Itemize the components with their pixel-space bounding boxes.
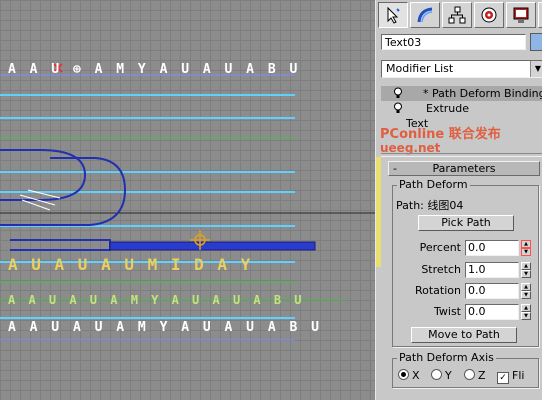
- twist-spinner-arrows[interactable]: ▲ ▼: [521, 304, 531, 320]
- group-title: Path Deform Axis: [397, 351, 496, 365]
- stretch-field[interactable]: 1.0: [465, 262, 519, 278]
- motion-icon: [481, 7, 497, 23]
- stack-divider: [381, 153, 542, 157]
- path-deform-axis-group: Path Deform Axis X Y Z ✓ Fli: [392, 351, 539, 388]
- create-cursor-icon: [387, 6, 400, 24]
- command-panel: Text03 Modifier List ▼ * Path Deform Bin…: [375, 0, 542, 400]
- rotation-field[interactable]: 0.0: [465, 283, 519, 299]
- parameters-rollout: - Parameters Path Deform Path: 线图04 Pick…: [388, 161, 542, 400]
- axis-y-label: Y: [445, 369, 452, 382]
- hierarchy-tab[interactable]: [442, 2, 472, 28]
- stretch-spinner-arrows[interactable]: ▲ ▼: [521, 262, 531, 278]
- stretch-spinner: Stretch 1.0 ▲ ▼: [393, 262, 533, 278]
- stack-item-path-deform-binding[interactable]: * Path Deform Binding: [381, 86, 542, 101]
- path-deform-group: Path Deform Path: 线图04 Pick Path Percent…: [392, 178, 539, 347]
- modifier-list-label: Modifier List: [386, 62, 454, 75]
- group-title: Path Deform: [397, 178, 470, 192]
- stack-item-extrude[interactable]: Extrude: [381, 101, 542, 116]
- twist-spinner: Twist 0.0 ▲ ▼: [393, 304, 533, 320]
- viewport-text-upper: A A U ⊕ A M Y A U A U A B U: [8, 62, 301, 77]
- radio-off-icon: [431, 369, 442, 380]
- spinner-up-icon[interactable]: ▲: [521, 304, 531, 312]
- hierarchy-icon: [448, 6, 466, 24]
- command-panel-tabs: [378, 2, 542, 30]
- chevron-down-icon: ▼: [530, 61, 542, 77]
- flip-label: Fli: [512, 369, 525, 382]
- axis-z-radio[interactable]: Z: [464, 369, 486, 383]
- radio-on-icon: [398, 369, 409, 380]
- percent-field[interactable]: 0.0: [465, 240, 519, 256]
- perspective-viewport[interactable]: A A U ⊕ A M Y A U A U A B U A U A U A U …: [0, 0, 375, 400]
- modify-arc-icon: [417, 7, 433, 23]
- rollout-title: Parameters: [432, 162, 496, 175]
- flip-checkbox[interactable]: ✓ Fli: [497, 369, 525, 384]
- axis-x-label: X: [412, 369, 420, 382]
- motion-tab[interactable]: [474, 2, 504, 28]
- object-name-field[interactable]: Text03: [381, 34, 526, 50]
- twist-field[interactable]: 0.0: [465, 304, 519, 320]
- viewport-text-lower: A A U A U A M Y A U A U A B U: [8, 293, 305, 307]
- display-icon: [513, 7, 529, 23]
- utilities-tab[interactable]: [538, 2, 542, 28]
- spinner-down-icon[interactable]: ▼: [521, 270, 531, 278]
- viewport-scene: [0, 63, 375, 341]
- path-label: Path: 线图04: [396, 199, 464, 212]
- panel-scroll-strip[interactable]: [376, 157, 381, 267]
- stack-item-label: * Path Deform Binding: [423, 87, 542, 100]
- axis-x-radio[interactable]: X: [398, 369, 420, 383]
- modifier-list-dropdown[interactable]: Modifier List ▼: [381, 60, 542, 78]
- spinner-down-icon[interactable]: ▼: [521, 291, 531, 299]
- spinner-up-icon[interactable]: ▲: [521, 262, 531, 270]
- checkmark-icon: ✓: [497, 372, 509, 384]
- spinner-down-icon[interactable]: ▼: [521, 248, 531, 256]
- stack-item-label: Extrude: [426, 102, 470, 115]
- percent-spinner: Percent 0.0 ▲ ▼: [393, 240, 533, 256]
- modify-tab[interactable]: [410, 2, 440, 28]
- viewport-text-bottom: A A U A U A M Y A U A U A B U: [8, 320, 322, 335]
- radio-off-icon: [464, 369, 475, 380]
- create-tab[interactable]: [378, 2, 408, 28]
- parameters-rollout-header[interactable]: - Parameters: [388, 161, 540, 176]
- rotation-spinner: Rotation 0.0 ▲ ▼: [393, 283, 533, 299]
- rotation-label: Rotation: [414, 284, 461, 297]
- move-to-path-button[interactable]: Move to Path: [411, 327, 517, 343]
- object-color-swatch[interactable]: [530, 33, 542, 51]
- rotation-spinner-arrows[interactable]: ▲ ▼: [521, 283, 531, 299]
- spinner-down-icon[interactable]: ▼: [521, 312, 531, 320]
- stretch-label: Stretch: [421, 263, 461, 276]
- spinner-up-icon[interactable]: ▲: [521, 283, 531, 291]
- axis-z-label: Z: [478, 369, 486, 382]
- viewport-text-middle: A U A U A U M I D A Y: [8, 255, 253, 274]
- twist-label: Twist: [434, 305, 461, 318]
- display-tab[interactable]: [506, 2, 536, 28]
- lightbulb-icon[interactable]: [393, 102, 403, 114]
- watermark: PConline 联合发布 ueeg.net: [380, 127, 501, 156]
- watermark-main: PConline 联合发布: [380, 127, 501, 142]
- axis-y-radio[interactable]: Y: [431, 369, 452, 383]
- lightbulb-icon[interactable]: [393, 87, 403, 99]
- pick-path-button[interactable]: Pick Path: [418, 215, 514, 231]
- percent-label: Percent: [419, 241, 461, 254]
- percent-spinner-arrows[interactable]: ▲ ▼: [521, 240, 531, 256]
- spinner-up-icon[interactable]: ▲: [521, 240, 531, 248]
